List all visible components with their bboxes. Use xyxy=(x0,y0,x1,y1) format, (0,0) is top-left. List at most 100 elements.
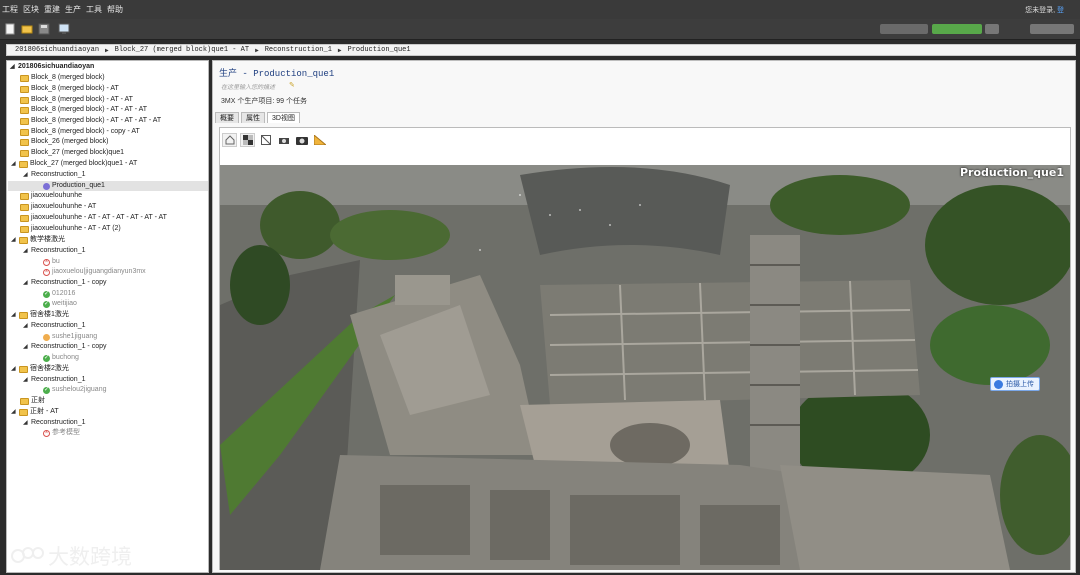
tree-item-production[interactable]: sushe1jiguang xyxy=(43,332,97,342)
folder-icon xyxy=(19,408,28,416)
tree-item-label: Block_8 (merged block) - AT - AT - AT - … xyxy=(31,117,162,124)
menu-production[interactable]: 生产 xyxy=(65,4,81,15)
tree-item-production[interactable]: × 参考模型 xyxy=(43,428,80,438)
tree-item-label: Block_27 (merged block)que1 xyxy=(31,149,124,156)
tree-item-block[interactable]: ◢ 宿舍楼2激光 xyxy=(11,364,69,374)
collapse-arrow-icon[interactable]: ◢ xyxy=(11,364,17,374)
home-icon[interactable] xyxy=(222,133,237,147)
tree-item-production[interactable]: × bu xyxy=(43,257,60,267)
wireframe-icon[interactable] xyxy=(258,133,273,147)
measure-ruler-icon[interactable] xyxy=(312,133,327,147)
collapse-arrow-icon[interactable]: ◢ xyxy=(10,62,16,72)
monitor-icon[interactable] xyxy=(58,23,70,35)
tree-item-label: Block_8 (merged block) - AT - AT - AT xyxy=(31,106,148,113)
folder-icon xyxy=(20,203,29,211)
breadcrumb-separator-icon: ▶ xyxy=(105,46,109,54)
watermark-logo-icon xyxy=(11,547,44,563)
tree-item-block[interactable]: Block_27 (merged block)que1 xyxy=(20,148,124,158)
check-status-icon: ✓ xyxy=(43,290,50,298)
tree-item-production[interactable]: × jiaoxuelou|jiguangdianyun3mx xyxy=(43,267,146,277)
breadcrumb-production[interactable]: Production_que1 xyxy=(348,46,411,54)
tree-item-block[interactable]: jiaoxuelouhunhe xyxy=(20,191,82,201)
tree-item-label: 宿舍楼1激光 xyxy=(30,311,69,318)
tree-item-reconstruction[interactable]: ◢ Reconstruction_1 xyxy=(23,418,85,428)
collapse-arrow-icon[interactable]: ◢ xyxy=(11,407,17,417)
camera-icon[interactable] xyxy=(276,133,291,147)
collapse-arrow-icon[interactable]: ◢ xyxy=(23,342,29,352)
new-project-icon[interactable] xyxy=(4,23,16,35)
login-status[interactable]: 您未登录, 登 xyxy=(1025,5,1064,15)
description-field[interactable]: 在这里输入您的描述 xyxy=(221,82,275,91)
tree-item-block[interactable]: Block_26 (merged block) xyxy=(20,137,108,147)
collapse-arrow-icon[interactable]: ◢ xyxy=(23,246,29,256)
open-folder-icon[interactable] xyxy=(21,23,33,35)
tree-root[interactable]: ◢ 201806sichuandiaoyan xyxy=(10,62,94,72)
tree-item-block[interactable]: jiaoxuelouhunhe - AT - AT (2) xyxy=(20,224,121,234)
edit-pencil-icon[interactable]: ✎ xyxy=(289,81,295,89)
watermark: 大数跨境 xyxy=(10,541,132,571)
tab-3d-view[interactable]: 3D视图 xyxy=(267,112,300,123)
menu-tools[interactable]: 工具 xyxy=(86,4,102,15)
tree-item-label: Reconstruction_1 xyxy=(31,171,86,178)
tree-item-block[interactable]: jiaoxuelouhunhe - AT - AT - AT - AT - AT… xyxy=(20,213,167,223)
folder-icon xyxy=(20,214,29,222)
tree-item-block[interactable]: Block_8 (merged block) xyxy=(20,73,105,83)
tree-item-reconstruction[interactable]: ◢ Reconstruction_1 xyxy=(23,375,85,385)
tree-item-block[interactable]: ◢ 正射 - AT xyxy=(11,407,59,417)
tree-item-label: jiaoxuelouhunhe - AT - AT - AT - AT - AT… xyxy=(31,214,167,221)
login-text: 您未登录 xyxy=(1025,7,1054,14)
tree-item-block[interactable]: ◢ 教学楼激光 xyxy=(11,235,65,245)
tree-item-label: 宿舍楼2激光 xyxy=(30,365,69,372)
tree-item-block[interactable]: Block_8 (merged block) - AT - AT - AT xyxy=(20,105,147,115)
tree-item-label: jiaoxuelouhunhe xyxy=(31,192,82,199)
breadcrumb: 201806sichuandiaoyan ▶ Block_27 (merged … xyxy=(6,44,1076,56)
login-link[interactable]: 登 xyxy=(1057,7,1064,14)
folder-icon xyxy=(19,365,28,373)
tree-item-block[interactable]: ◢ Block_27 (merged block)que1 - AT xyxy=(11,159,137,169)
breadcrumb-project[interactable]: 201806sichuandiaoyan xyxy=(15,46,99,54)
breadcrumb-block[interactable]: Block_27 (merged block)que1 - AT xyxy=(115,46,249,54)
error-status-icon: × xyxy=(43,258,50,266)
tree-item-reconstruction[interactable]: ◢ Reconstruction_1 xyxy=(23,246,85,256)
tree-item-block[interactable]: Block_8 (merged block) - copy - AT xyxy=(20,127,140,137)
tree-item-label: Block_26 (merged block) xyxy=(31,138,109,145)
menu-help[interactable]: 帮助 xyxy=(107,4,123,15)
collapse-arrow-icon[interactable]: ◢ xyxy=(23,418,29,428)
tree-item-reconstruction[interactable]: ◢ Reconstruction_1 xyxy=(23,170,85,180)
collapse-arrow-icon[interactable]: ◢ xyxy=(11,310,17,320)
collapse-arrow-icon[interactable]: ◢ xyxy=(23,170,29,180)
breadcrumb-reconstruction[interactable]: Reconstruction_1 xyxy=(265,46,332,54)
snapshot-icon[interactable] xyxy=(294,133,309,147)
menu-reconstruction[interactable]: 重建 xyxy=(44,4,60,15)
tab-properties[interactable]: 属性 xyxy=(241,112,265,123)
texture-icon[interactable] xyxy=(240,133,255,147)
share-upload-button[interactable]: 拍摄上传 xyxy=(990,377,1040,391)
save-icon[interactable] xyxy=(38,23,50,35)
tab-overview[interactable]: 概要 xyxy=(215,112,239,123)
collapse-arrow-icon[interactable]: ◢ xyxy=(23,278,29,288)
tree-item-block[interactable]: Block_8 (merged block) - AT - AT xyxy=(20,95,133,105)
tree-item-reconstruction[interactable]: ◢ Reconstruction_1 xyxy=(23,321,85,331)
menu-block[interactable]: 区块 xyxy=(23,4,39,15)
tree-item-block[interactable]: ◢ 宿舍楼1激光 xyxy=(11,310,69,320)
tree-item-block[interactable]: Block_8 (merged block) - AT - AT - AT - … xyxy=(20,116,161,126)
tree-item-label: jiaoxuelouhunhe - AT - AT (2) xyxy=(31,225,121,232)
tree-item-production[interactable]: ✓ 012016 xyxy=(43,289,75,299)
tree-item-block[interactable]: 正射 xyxy=(20,396,45,406)
collapse-arrow-icon[interactable]: ◢ xyxy=(23,375,29,385)
tree-item-reconstruction[interactable]: ◢ Reconstruction_1 - copy xyxy=(23,342,106,352)
tree-item-block[interactable]: Block_8 (merged block) - AT xyxy=(20,84,119,94)
tree-item-production-selected[interactable]: Production_que1 xyxy=(8,181,208,191)
tree-item-production[interactable]: ✓ weitijiao xyxy=(43,299,77,309)
tree-item-block[interactable]: jiaoxuelouhunhe - AT xyxy=(20,202,96,212)
collapse-arrow-icon[interactable]: ◢ xyxy=(23,321,29,331)
tree-root-label: 201806sichuandiaoyan xyxy=(18,63,95,70)
tree-item-production[interactable]: ✓ buchong xyxy=(43,353,79,363)
menu-project[interactable]: 工程 xyxy=(2,4,18,15)
3d-model-render[interactable]: Production_que1 拍摄上传 xyxy=(220,165,1070,570)
share-label: 拍摄上传 xyxy=(1006,381,1034,388)
tree-item-reconstruction[interactable]: ◢ Reconstruction_1 - copy xyxy=(23,278,106,288)
collapse-arrow-icon[interactable]: ◢ xyxy=(11,159,17,169)
tree-item-production[interactable]: ✓ sushelou2jiguang xyxy=(43,385,107,395)
collapse-arrow-icon[interactable]: ◢ xyxy=(11,235,17,245)
